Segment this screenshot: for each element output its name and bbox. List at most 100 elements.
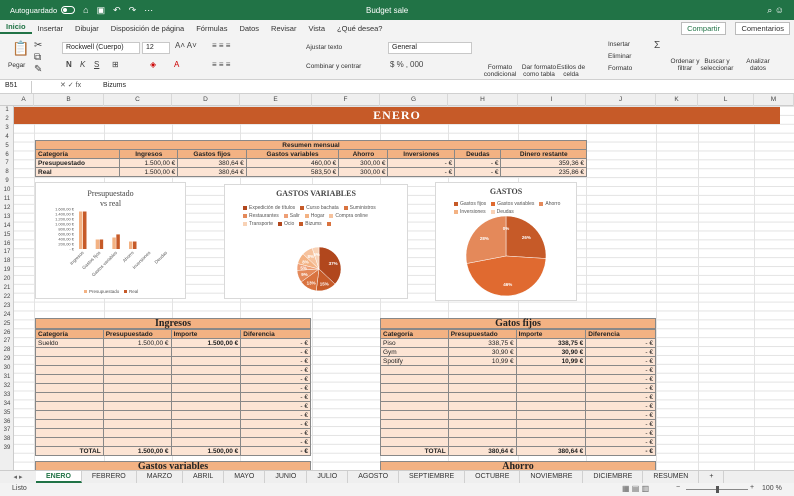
summary-cell[interactable]: Presupuestado xyxy=(34,158,121,168)
sheet-tab-marzo[interactable]: MARZO xyxy=(137,471,184,483)
chart-gastos[interactable]: GASTOS Gastos fijos Gastos variables Ahorr… xyxy=(435,182,577,301)
share-button[interactable]: Compartir xyxy=(681,22,726,35)
section-cell[interactable]: Piso xyxy=(380,338,449,348)
column-header[interactable]: A xyxy=(14,94,34,106)
section-cell[interactable] xyxy=(447,419,517,429)
section-cell[interactable]: 338,75 € xyxy=(515,338,587,348)
tab-dibujar[interactable]: Dibujar xyxy=(69,24,105,33)
summary-cell[interactable]: 460,00 € xyxy=(245,158,340,168)
section-cell[interactable] xyxy=(102,437,172,447)
row-header[interactable]: 17 xyxy=(0,249,14,255)
column-header[interactable]: I xyxy=(518,94,586,106)
section-cell[interactable]: - € xyxy=(585,437,656,447)
row-header[interactable]: 18 xyxy=(0,258,14,264)
comments-button[interactable]: Comentarios xyxy=(735,22,790,35)
section-cell[interactable]: - € xyxy=(585,347,656,357)
section-cell[interactable] xyxy=(380,365,449,375)
total-cell[interactable]: 1.500,00 € xyxy=(170,446,242,456)
analyze-data-button[interactable]: Analizar datos xyxy=(744,58,772,72)
grow-font-icon[interactable]: A˄ A˅ xyxy=(175,41,197,50)
section-cell[interactable] xyxy=(102,392,172,402)
row-header[interactable]: 5 xyxy=(0,143,14,149)
section-cell[interactable]: - € xyxy=(240,347,311,357)
add-sheet-icon[interactable]: + xyxy=(699,471,725,483)
section-cell[interactable] xyxy=(515,401,587,411)
summary-cell[interactable]: 380,64 € xyxy=(177,167,247,177)
section-cell[interactable] xyxy=(170,347,242,357)
sheet-tab-mayo[interactable]: MAYO xyxy=(224,471,266,483)
column-header[interactable]: F xyxy=(312,94,380,106)
chart-presupuestado-vs-real[interactable]: Presupuestado vs real 1.600,00 €1.400,00… xyxy=(35,182,186,299)
sheet-tab-enero[interactable]: ENERO xyxy=(36,471,82,483)
summary-cell[interactable]: Real xyxy=(34,167,121,177)
sheet-tab-noviembre[interactable]: NOVIEMBRE xyxy=(520,471,584,483)
sheet-tab-junio[interactable]: JUNIO xyxy=(265,471,308,483)
row-header[interactable]: 20 xyxy=(0,276,14,282)
conditional-format-button[interactable]: Formato condicional xyxy=(480,64,520,78)
column-header[interactable]: E xyxy=(240,94,312,106)
section-cell[interactable] xyxy=(380,437,449,447)
row-header[interactable]: 25 xyxy=(0,321,14,327)
bold-icon[interactable]: N xyxy=(66,60,72,69)
section-cell[interactable] xyxy=(170,365,242,375)
total-cell[interactable]: - € xyxy=(585,446,656,456)
section-cell[interactable]: 30,90 € xyxy=(515,347,587,357)
section-cell[interactable] xyxy=(35,347,104,357)
more-icon[interactable]: ⋯ xyxy=(144,5,153,16)
section-cell[interactable]: 10,99 € xyxy=(515,356,587,366)
section-cell[interactable] xyxy=(35,383,104,393)
row-header[interactable]: 36 xyxy=(0,419,14,425)
zoom-slider-thumb[interactable] xyxy=(716,486,719,493)
row-header[interactable]: 34 xyxy=(0,401,14,407)
section-cell[interactable]: Spotify xyxy=(380,356,449,366)
section-cell[interactable]: - € xyxy=(240,401,311,411)
row-header[interactable]: 19 xyxy=(0,267,14,273)
row-header[interactable]: 13 xyxy=(0,214,14,220)
cell-styles-button[interactable]: Estilos de celda xyxy=(556,64,586,78)
tab-formulas[interactable]: Fórmulas xyxy=(190,24,233,33)
paste-button[interactable]: Pegar xyxy=(8,62,25,69)
section-cell[interactable]: - € xyxy=(240,428,311,438)
summary-cell[interactable]: 359,36 € xyxy=(500,158,587,168)
total-cell[interactable]: 380,64 € xyxy=(447,446,517,456)
row-header[interactable]: 8 xyxy=(0,169,14,175)
tab-que-desea[interactable]: ¿Qué desea? xyxy=(331,24,388,33)
row-header[interactable]: 7 xyxy=(0,160,14,166)
row-header[interactable]: 26 xyxy=(0,330,14,336)
row-header[interactable]: 29 xyxy=(0,356,14,362)
section-cell[interactable]: - € xyxy=(240,356,311,366)
section-cell[interactable] xyxy=(515,410,587,420)
number-format-select[interactable]: General xyxy=(388,42,472,54)
total-cell[interactable]: 380,64 € xyxy=(515,446,587,456)
row-header[interactable]: 33 xyxy=(0,392,14,398)
underline-icon[interactable]: S xyxy=(94,60,99,69)
row-header[interactable]: 14 xyxy=(0,223,14,229)
row-header[interactable]: 31 xyxy=(0,374,14,380)
row-header[interactable]: 38 xyxy=(0,436,14,442)
section-cell[interactable] xyxy=(35,410,104,420)
section-cell[interactable] xyxy=(515,419,587,429)
section-cell[interactable] xyxy=(170,437,242,447)
row-header[interactable]: 23 xyxy=(0,303,14,309)
format-table-button[interactable]: Dar formato como tabla xyxy=(520,64,558,78)
section-cell[interactable]: - € xyxy=(585,338,656,348)
section-cell[interactable] xyxy=(170,356,242,366)
section-cell[interactable] xyxy=(380,392,449,402)
row-header[interactable]: 1 xyxy=(0,107,14,113)
currency-icon[interactable]: $ % ‚ 000 xyxy=(390,60,423,69)
column-header[interactable]: J xyxy=(586,94,656,106)
search-icon[interactable]: ⌕ ☺ xyxy=(767,5,784,16)
row-header[interactable]: 6 xyxy=(0,152,14,158)
section-cell[interactable]: - € xyxy=(240,410,311,420)
section-cell[interactable] xyxy=(102,374,172,384)
section-cell[interactable]: - € xyxy=(240,365,311,375)
section-cell[interactable]: 338,75 € xyxy=(447,338,517,348)
column-header[interactable]: M xyxy=(754,94,794,106)
row-header[interactable]: 28 xyxy=(0,347,14,353)
view-icons[interactable]: ▦ ▤ ▥ xyxy=(622,484,649,493)
section-cell[interactable]: - € xyxy=(585,392,656,402)
total-cell[interactable]: TOTAL xyxy=(35,446,104,456)
sheet-nav-icon[interactable]: ◂ ▸ xyxy=(0,471,36,483)
tab-disposicion[interactable]: Disposición de página xyxy=(105,24,190,33)
tab-insertar[interactable]: Insertar xyxy=(32,24,69,33)
